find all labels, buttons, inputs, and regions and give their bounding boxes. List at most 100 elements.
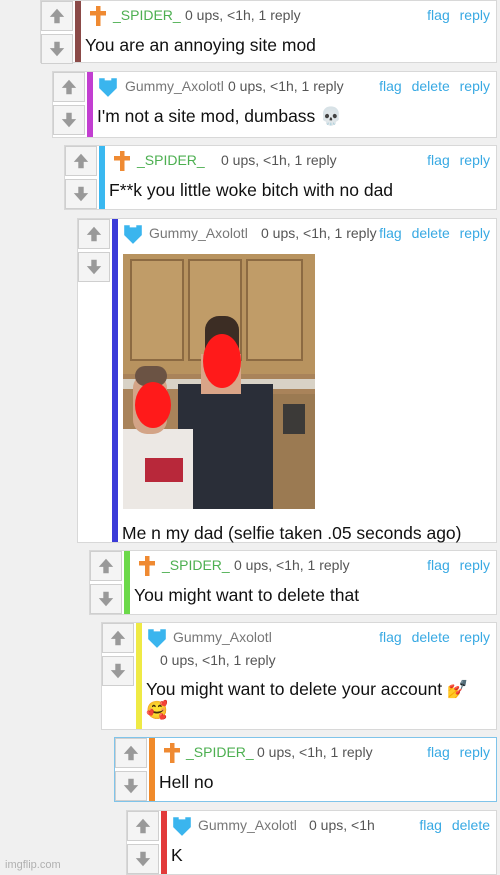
flag-link[interactable]: flag	[427, 7, 450, 23]
comment-header: Gummy_Axolotl 0 ups, <1h, 1 reply flag d…	[97, 72, 490, 98]
comment-body: Gummy_Axolotl 0 ups, <1h, 1 reply flag d…	[122, 219, 490, 543]
delete-link[interactable]: delete	[412, 629, 450, 645]
comment-header: _SPIDER_ 0 ups, <1h, 1 reply flag reply	[109, 146, 490, 172]
flag-link[interactable]: flag	[379, 225, 402, 241]
thread-depth-bar	[136, 623, 142, 729]
comment-meta: 0 ups, <1h	[309, 817, 375, 833]
arrow-down-icon	[123, 778, 139, 794]
downvote-button[interactable]	[78, 252, 110, 282]
comment-actions: flag delete	[413, 817, 490, 833]
downvote-button[interactable]	[65, 179, 97, 209]
arrow-up-icon	[73, 153, 89, 169]
upvote-button[interactable]	[78, 219, 110, 249]
upvote-button[interactable]	[90, 551, 122, 581]
vote-controls	[127, 811, 161, 874]
reply-link[interactable]: reply	[460, 629, 490, 645]
comment-meta: 0 ups, <1h, 1 reply	[257, 744, 373, 760]
thread-depth-bar	[149, 738, 155, 801]
username-link[interactable]: Gummy_Axolotl	[149, 225, 248, 241]
comment-text: K	[171, 845, 183, 865]
upvote-button[interactable]	[127, 811, 159, 841]
downvote-button[interactable]	[41, 34, 73, 64]
reply-link[interactable]: reply	[460, 78, 490, 94]
downvote-button[interactable]	[102, 656, 134, 686]
flag-link[interactable]: flag	[379, 78, 402, 94]
downvote-button[interactable]	[115, 771, 147, 801]
comment-body: Gummy_Axolotl 0 ups, <1h, 1 reply flag d…	[146, 623, 490, 721]
delete-link[interactable]: delete	[452, 817, 490, 833]
username-link[interactable]: Gummy_Axolotl	[125, 78, 224, 94]
cross-icon	[164, 743, 180, 763]
thread-depth-bar	[124, 551, 130, 614]
reply-link[interactable]: reply	[460, 152, 490, 168]
comment-header: _SPIDER_ 0 ups, <1h, 1 reply flag reply	[159, 738, 490, 764]
flag-link[interactable]: flag	[427, 152, 450, 168]
arrow-up-icon	[86, 226, 102, 242]
cross-icon	[114, 151, 130, 171]
delete-link[interactable]: delete	[412, 78, 450, 94]
comment-header: Gummy_Axolotl 0 ups, <1h, 1 reply flag d…	[122, 219, 490, 245]
vote-controls	[65, 146, 99, 209]
comment-body: Gummy_Axolotl 0 ups, <1h, 1 reply flag d…	[97, 72, 490, 128]
comment-meta: 0 ups, <1h, 1 reply	[160, 652, 276, 668]
vote-controls	[41, 1, 75, 64]
thread-depth-bar	[75, 1, 81, 62]
flag-link[interactable]: flag	[427, 744, 450, 760]
vote-controls	[102, 623, 136, 686]
comment-body: _SPIDER_ 0 ups, <1h, 1 reply flag reply …	[134, 551, 490, 607]
comment-actions: flag delete reply	[373, 78, 490, 94]
comment-meta: 0 ups, <1h, 1 reply	[261, 225, 377, 241]
reply-link[interactable]: reply	[460, 7, 490, 23]
downvote-button[interactable]	[127, 844, 159, 874]
upvote-button[interactable]	[115, 738, 147, 768]
vote-controls	[78, 219, 112, 282]
comment-body: _SPIDER_ 0 ups, <1h, 1 reply flag reply …	[109, 146, 490, 202]
upvote-button[interactable]	[102, 623, 134, 653]
comment-actions: flag reply	[421, 152, 490, 168]
comment-body: _SPIDER_ 0 ups, <1h, 1 reply flag reply …	[85, 1, 490, 57]
vote-controls	[115, 738, 149, 801]
reply-link[interactable]: reply	[460, 225, 490, 241]
arrow-down-icon	[98, 591, 114, 607]
arrow-down-icon	[110, 663, 126, 679]
upvote-button[interactable]	[53, 72, 85, 102]
comment-meta: 0 ups, <1h, 1 reply	[221, 152, 337, 168]
comment-meta: 0 ups, <1h, 1 reply	[185, 7, 301, 23]
reply-link[interactable]: reply	[460, 744, 490, 760]
comment-text: You might want to delete your account 💅 …	[146, 671, 490, 721]
cross-icon	[139, 556, 155, 576]
comment-actions: flag reply	[421, 7, 490, 23]
username-link[interactable]: Gummy_Axolotl	[198, 817, 297, 833]
comment: _SPIDER_ 0 ups, <1h, 1 reply flag reply …	[89, 550, 497, 615]
thread-depth-bar	[161, 811, 167, 874]
heart-icon	[148, 629, 166, 648]
delete-link[interactable]: delete	[412, 225, 450, 241]
comment: Gummy_Axolotl 0 ups, <1h flag delete K	[126, 810, 497, 875]
username-link[interactable]: Gummy_Axolotl	[173, 629, 272, 645]
comment-header: Gummy_Axolotl 0 ups, <1h, 1 reply flag d…	[146, 623, 490, 671]
heart-icon	[173, 817, 191, 836]
comment: Gummy_Axolotl 0 ups, <1h, 1 reply flag d…	[101, 622, 497, 730]
arrow-down-icon	[49, 41, 65, 57]
downvote-button[interactable]	[53, 105, 85, 135]
comment-header: _SPIDER_ 0 ups, <1h, 1 reply flag reply	[85, 1, 490, 27]
comment-actions: flag reply	[421, 557, 490, 573]
comment-text: You are an annoying site mod	[85, 35, 316, 55]
arrow-down-icon	[61, 112, 77, 128]
upvote-button[interactable]	[65, 146, 97, 176]
reply-link[interactable]: reply	[460, 557, 490, 573]
username-link[interactable]: _SPIDER_	[137, 152, 205, 168]
comment-header: _SPIDER_ 0 ups, <1h, 1 reply flag reply	[134, 551, 490, 577]
flag-link[interactable]: flag	[427, 557, 450, 573]
comment: _SPIDER_ 0 ups, <1h, 1 reply flag reply …	[64, 145, 497, 210]
username-link[interactable]: _SPIDER_	[186, 744, 254, 760]
selfie-photo	[123, 254, 315, 509]
cross-icon	[90, 6, 106, 26]
downvote-button[interactable]	[90, 584, 122, 614]
flag-link[interactable]: flag	[379, 629, 402, 645]
heart-icon	[99, 78, 117, 97]
flag-link[interactable]: flag	[419, 817, 442, 833]
username-link[interactable]: _SPIDER_	[162, 557, 230, 573]
username-link[interactable]: _SPIDER_	[113, 7, 181, 23]
upvote-button[interactable]	[41, 1, 73, 31]
